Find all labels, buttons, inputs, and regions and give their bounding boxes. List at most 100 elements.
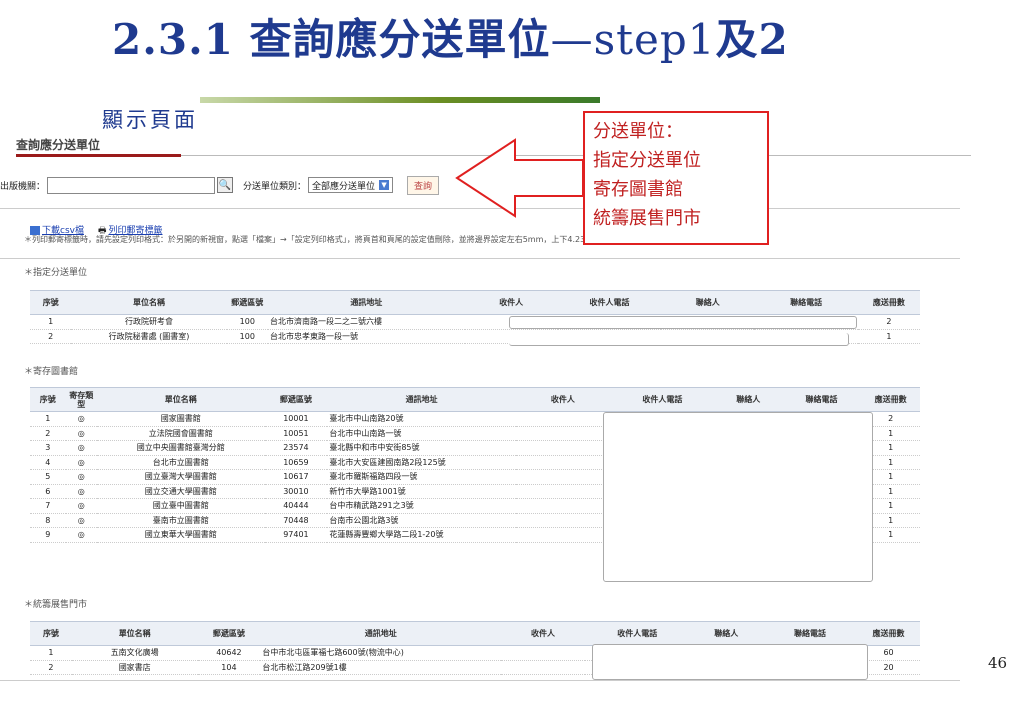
redacted-cell — [515, 527, 611, 543]
table-cell: ◎ — [65, 455, 97, 470]
section-outlets: ＊統籌展售門市 — [24, 600, 88, 610]
callout-box: 分送單位： 指定分送單位 寄存圖書館 統籌展售門市 — [583, 111, 769, 245]
table-cell: 40444 — [264, 498, 328, 514]
column-header: 郵遞區號 — [197, 621, 261, 646]
table-cell: 台北市忠孝東路一段一號 — [268, 329, 465, 344]
page-number: 46 — [988, 654, 1008, 672]
note-divider — [0, 258, 960, 259]
table-cell: 7 — [30, 498, 66, 514]
column-header: 聯絡人 — [661, 290, 755, 315]
table-cell: 10001 — [264, 411, 328, 427]
table-cell: 100 — [226, 314, 268, 330]
table-cell: 6 — [30, 484, 66, 499]
column-header: 序號 — [30, 387, 66, 412]
page-heading: 查詢應分送單位 — [16, 138, 101, 152]
table-cell: 70448 — [264, 513, 328, 528]
table-cell: ◎ — [65, 440, 97, 456]
section-depository: ＊寄存圖書館 — [24, 367, 79, 377]
column-header: 通訊地址 — [327, 387, 516, 412]
redacted-cell — [515, 411, 611, 427]
table-cell: ◎ — [65, 527, 97, 543]
table-cell: ◎ — [65, 411, 97, 427]
redacted-contact-box — [603, 412, 873, 582]
column-header: 收件人電話 — [557, 290, 662, 315]
table-cell: 8 — [30, 513, 66, 528]
redacted-cell — [515, 455, 611, 470]
column-header: 聯絡電話 — [754, 290, 858, 315]
redacted-cell — [515, 440, 611, 456]
table-cell: 臺北市羅斯福路四段一號 — [327, 469, 516, 485]
search-form: 出版機關： 🔍 分送單位類別： 全部應分送單位 ▼ 查詢 — [0, 174, 440, 196]
column-header: 單位名稱 — [71, 290, 227, 315]
table-cell: 2 — [30, 426, 66, 441]
section-designated: ＊指定分送單位 — [24, 268, 88, 278]
table-cell: 立法院國會圖書館 — [97, 426, 265, 441]
redacted-cell — [501, 645, 585, 661]
redacted-contact-box — [509, 333, 849, 346]
type-label: 分送單位類別： — [243, 181, 307, 192]
column-header: 聯絡人 — [714, 387, 782, 412]
table-cell: 台北市濟南路一段二之二號六樓 — [268, 314, 465, 330]
type-select-value: 全部應分送單位 — [312, 181, 376, 192]
column-header: 應送冊數 — [857, 290, 920, 315]
table-cell: 1 — [30, 645, 72, 661]
column-header: 單位名稱 — [71, 621, 198, 646]
table-cell: 國立臺灣大學圖書館 — [97, 469, 265, 485]
table-cell: 國家書店 — [71, 660, 198, 675]
callout-arrow — [455, 138, 584, 218]
table-cell: 1 — [30, 411, 66, 427]
table-cell: 10617 — [264, 469, 328, 485]
column-header: 聯絡人 — [689, 621, 763, 646]
table-cell: 國立交通大學圖書館 — [97, 484, 265, 499]
redacted-cell — [515, 426, 611, 441]
table-cell: 104 — [197, 660, 261, 675]
table-cell: 10659 — [264, 455, 328, 470]
table-cell: 臺南市立圖書館 — [97, 513, 265, 528]
redacted-cell — [515, 513, 611, 528]
column-header: 收件人 — [515, 387, 611, 412]
table-cell: 臺北市大安區建國南路2段125號 — [327, 455, 516, 470]
publisher-input[interactable] — [47, 176, 216, 194]
table-cell: 2 — [857, 314, 920, 330]
table-cell: ◎ — [65, 469, 97, 485]
redacted-contact-box — [509, 316, 857, 329]
column-header: 收件人 — [464, 290, 558, 315]
column-header: 通訊地址 — [268, 290, 465, 315]
footer-divider — [0, 680, 960, 681]
callout-line: 統籌展售門市 — [593, 208, 701, 229]
table-cell: 國家圖書館 — [97, 411, 265, 427]
query-button[interactable]: 查詢 — [407, 175, 440, 195]
column-header: 收件人 — [501, 621, 585, 646]
redacted-cell — [501, 660, 585, 675]
table-cell: 臺北市中山南路20號 — [327, 411, 516, 427]
table-cell: 1 — [30, 314, 72, 330]
print-note: ＊列印郵寄標籤時，請先設定列印格式：於另開的新視窗，點選「檔案」→「設定列印格式… — [24, 235, 601, 244]
table-cell: 國立中央圖書館臺灣分館 — [97, 440, 265, 456]
table-cell: 23574 — [264, 440, 328, 456]
column-header: 收件人電話 — [610, 387, 715, 412]
table-cell: 國立東華大學圖書館 — [97, 527, 265, 543]
table-cell: 花蓮縣壽豐鄉大學路二段1-20號 — [327, 527, 516, 543]
callout-line: 分送單位： — [593, 121, 683, 142]
table-cell: 台南市公園北路3號 — [327, 513, 516, 528]
table-cell: 台北市中山南路一號 — [327, 426, 516, 441]
table-cell: ◎ — [65, 513, 97, 528]
table-cell: 2 — [30, 660, 72, 675]
column-header: 郵遞區號 — [264, 387, 328, 412]
publisher-label: 出版機關： — [0, 181, 46, 192]
table-cell: 3 — [30, 440, 66, 456]
title-underline-bar — [200, 97, 600, 103]
column-header: 郵遞區號 — [226, 290, 268, 315]
table-cell: ◎ — [65, 498, 97, 514]
table-cell: 國立臺中圖書館 — [97, 498, 265, 514]
slide-subtitle: 顯示頁面 — [102, 108, 198, 132]
table-cell: 30010 — [264, 484, 328, 499]
table-cell: 100 — [226, 329, 268, 344]
table-cell: 10051 — [264, 426, 328, 441]
magnifier-icon[interactable]: 🔍 — [217, 177, 234, 193]
redacted-cell — [515, 484, 611, 499]
redacted-cell — [515, 469, 611, 485]
type-select[interactable]: 全部應分送單位 ▼ — [308, 177, 394, 193]
table-cell: 4 — [30, 455, 66, 470]
redacted-contact-box — [592, 644, 868, 680]
